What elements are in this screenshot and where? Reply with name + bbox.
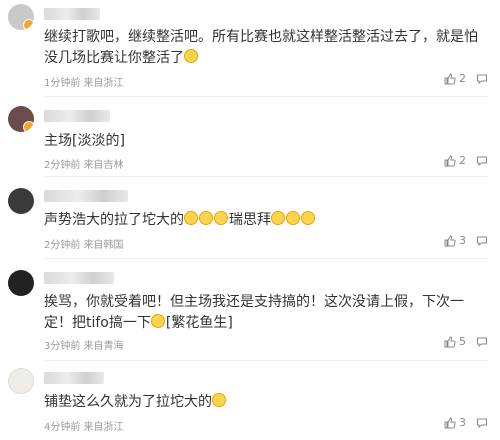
thumb-up-icon (444, 335, 456, 348)
username-blurred[interactable] (44, 372, 104, 384)
avatar[interactable] (8, 4, 34, 30)
comment-3: 声势浩大的拉了坨大的 瑞思拜 2分钟前 来自韩国 3 (0, 180, 500, 252)
emoji-icon (271, 211, 285, 225)
emoji-icon (184, 211, 198, 225)
comment-5: 铺垫这么久就为了拉坨大的 4分钟前 来自浙江 3 (0, 364, 500, 436)
thumb-up-icon (444, 154, 456, 167)
comment-actions: 5 (444, 335, 488, 348)
like-button[interactable]: 2 (444, 154, 466, 167)
comment-meta: 2分钟前 来自吉林 (44, 160, 124, 171)
like-count: 2 (459, 72, 466, 85)
comment-2: 主场[淡淡的] 2分钟前 来自吉林 2 (0, 100, 500, 171)
avatar[interactable] (8, 270, 34, 296)
thumb-up-icon (444, 234, 456, 247)
username-blurred[interactable] (44, 110, 110, 122)
reply-icon[interactable] (476, 235, 488, 247)
comment-text: 挨骂，你就受着吧！但主场我还是支持搞的！这次没请上假，下次一定！把tifo搞一下… (44, 294, 464, 331)
like-button[interactable]: 3 (444, 234, 466, 247)
reply-icon[interactable] (476, 336, 488, 348)
reply-icon[interactable] (476, 73, 488, 85)
comment-text: 主场[淡淡的] (44, 133, 125, 149)
thumb-up-icon (444, 416, 456, 429)
like-button[interactable]: 2 (444, 72, 466, 85)
divider (44, 258, 488, 259)
divider (44, 360, 488, 361)
like-count: 5 (459, 335, 466, 348)
emoji-icon (286, 211, 300, 225)
comment-text: 声势浩大的拉了坨大的 瑞思拜 (44, 210, 484, 231)
username-blurred[interactable] (44, 272, 114, 284)
like-count: 3 (459, 234, 466, 247)
comment-4: 挨骂，你就受着吧！但主场我还是支持搞的！这次没请上假，下次一定！把tifo搞一下… (0, 262, 500, 354)
comment-text: 继续打歌吧，继续整活吧。所有比赛也就这样整活整活过去了，就是怕没几场比赛让你整活… (44, 29, 478, 66)
like-count: 3 (459, 416, 466, 429)
reply-icon[interactable] (476, 417, 488, 429)
emoji-icon (301, 211, 315, 225)
comment-text: 铺垫这么久就为了拉坨大的 (44, 392, 484, 413)
like-button[interactable]: 5 (444, 335, 466, 348)
divider (44, 176, 488, 177)
avatar[interactable] (8, 368, 34, 394)
comment-meta: 4分钟前 来自浙江 (44, 422, 124, 433)
emoji-icon (184, 49, 198, 63)
comment-1: 继续打歌吧，继续整活吧。所有比赛也就这样整活整活过去了，就是怕没几场比赛让你整活… (0, 0, 500, 89)
emoji-icon (199, 211, 213, 225)
comment-meta: 2分钟前 来自韩国 (44, 240, 124, 251)
comment-meta: 3分钟前 来自青海 (44, 341, 124, 352)
reply-icon[interactable] (476, 155, 488, 167)
avatar[interactable] (8, 188, 34, 214)
comment-actions: 2 (444, 72, 488, 85)
like-count: 2 (459, 154, 466, 167)
emoji-icon (212, 393, 226, 407)
thumb-up-icon (444, 72, 456, 85)
username-blurred[interactable] (44, 190, 128, 202)
avatar[interactable] (8, 106, 34, 132)
divider (44, 96, 488, 97)
like-button[interactable]: 3 (444, 416, 466, 429)
verified-badge-icon (23, 19, 34, 30)
verified-badge-icon (23, 121, 34, 132)
comment-actions: 2 (444, 154, 488, 167)
emoji-icon (214, 211, 228, 225)
comment-actions: 3 (444, 416, 488, 429)
username-blurred[interactable] (44, 8, 100, 20)
comment-actions: 3 (444, 234, 488, 247)
comment-meta: 1分钟前 来自浙江 (44, 78, 124, 89)
emoji-icon (150, 314, 165, 328)
